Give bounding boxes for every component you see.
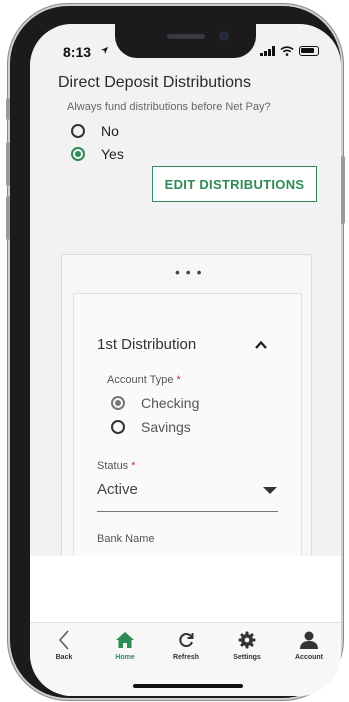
distribution-panel: 1st Distribution Account Type * Checking (73, 293, 302, 556)
speaker-grille (167, 34, 205, 39)
section-title: Direct Deposit Distributions (58, 74, 251, 91)
main-content[interactable]: Direct Deposit Distributions Always fund… (30, 68, 341, 556)
front-camera (219, 31, 229, 41)
bank-name-label: Bank Name (97, 533, 155, 545)
status-label: Status * (97, 460, 136, 472)
cellular-signal-icon (260, 46, 275, 56)
battery-icon (299, 46, 319, 56)
radio-option-savings[interactable]: Savings (111, 419, 191, 435)
back-chevron-icon (53, 629, 75, 651)
tab-refresh-label: Refresh (172, 654, 200, 661)
tab-back[interactable]: Back (38, 629, 90, 661)
tab-account-label: Account (295, 654, 323, 661)
tab-settings-label: Settings (233, 654, 261, 661)
radio-yes-label: Yes (101, 146, 124, 162)
distribution-title: 1st Distribution (97, 336, 197, 353)
radio-no-label: No (101, 123, 119, 139)
tab-refresh[interactable]: Refresh (160, 629, 212, 661)
required-mark: * (131, 460, 136, 472)
status-label-text: Status (97, 460, 129, 472)
location-arrow-icon (100, 46, 109, 55)
silent-switch (6, 98, 10, 120)
tab-back-label: Back (55, 654, 73, 661)
dropdown-caret-icon[interactable] (263, 487, 277, 494)
radio-option-no[interactable]: No (71, 123, 119, 139)
refresh-icon (175, 629, 197, 651)
tab-home-label: Home (115, 654, 135, 661)
tab-settings[interactable]: Settings (221, 629, 273, 661)
power-button (341, 156, 345, 224)
fund-before-net-pay-question: Always fund distributions before Net Pay… (67, 101, 271, 113)
required-mark: * (176, 374, 181, 386)
radio-yes-circle[interactable] (71, 147, 85, 161)
distribution-card: • • • 1st Distribution Account Type * Ch… (61, 254, 312, 556)
radio-option-yes[interactable]: Yes (71, 146, 124, 162)
status-icons (260, 46, 319, 56)
wifi-icon (280, 46, 294, 56)
radio-option-checking[interactable]: Checking (111, 395, 199, 411)
edit-distributions-button[interactable]: EDIT DISTRIBUTIONS (152, 166, 317, 202)
phone-screen: 8:13 Direct Deposit Distributions Always… (30, 24, 341, 696)
gear-icon (236, 629, 258, 651)
status-select-value[interactable]: Active (97, 481, 138, 498)
radio-checking-circle[interactable] (111, 396, 125, 410)
person-icon (298, 629, 320, 651)
phone-frame: 8:13 Direct Deposit Distributions Always… (6, 6, 345, 698)
status-time: 8:13 (63, 44, 92, 60)
tab-home[interactable]: Home (99, 629, 151, 661)
notch (115, 24, 256, 58)
account-type-label-text: Account Type (107, 374, 174, 386)
radio-savings-circle[interactable] (111, 420, 125, 434)
volume-down-button (6, 196, 10, 240)
radio-checking-label: Checking (141, 395, 200, 411)
drag-handle-icon[interactable]: • • • (175, 265, 202, 279)
volume-up-button (6, 142, 10, 186)
radio-savings-label: Savings (141, 419, 191, 435)
home-indicator[interactable] (133, 684, 243, 688)
tab-account[interactable]: Account (283, 629, 335, 661)
radio-no-circle[interactable] (71, 124, 85, 138)
home-icon (114, 629, 136, 651)
status-select-underline (97, 511, 278, 512)
account-type-label: Account Type * (107, 374, 181, 386)
chevron-up-icon[interactable] (254, 338, 268, 352)
